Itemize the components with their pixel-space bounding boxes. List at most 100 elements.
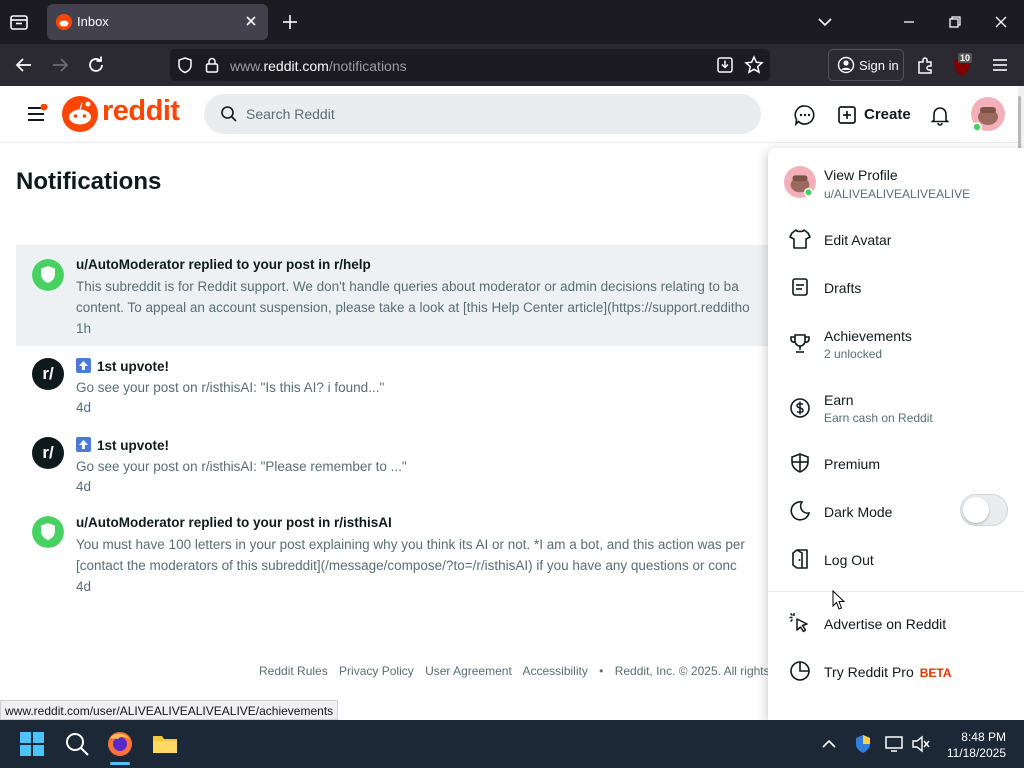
new-tab-icon[interactable]: [280, 12, 300, 32]
notification-item[interactable]: r/ 1st upvote! Go see your post on r/ist…: [16, 425, 776, 504]
user-dropdown-menu: View Profile u/ALIVEALIVEALIVEALIVE Edit…: [768, 148, 1024, 720]
hamburger-menu-icon[interactable]: [989, 54, 1011, 76]
notification-title: u/AutoModerator replied to your post in …: [76, 515, 392, 530]
notification-time: 4d: [76, 400, 92, 415]
search-input[interactable]: Search Reddit: [204, 94, 761, 134]
clock-time: 8:48 PM: [961, 730, 1006, 744]
taskbar-search-icon[interactable]: [63, 730, 91, 758]
page-title: Notifications: [16, 168, 162, 195]
notification-body: This subreddit is for Reddit support. We…: [76, 279, 739, 294]
browser-tab-inbox[interactable]: Inbox: [47, 4, 268, 40]
notification-item[interactable]: u/AutoModerator replied to your post in …: [16, 245, 776, 346]
bookmark-star-icon[interactable]: [744, 55, 764, 75]
chevron-up-icon[interactable]: [820, 736, 838, 752]
lock-icon[interactable]: [204, 56, 220, 74]
edit-avatar-label: Edit Avatar: [824, 232, 892, 248]
reddit-wordmark[interactable]: reddit: [102, 95, 180, 128]
close-window-icon[interactable]: [991, 12, 1011, 32]
mouse-cursor-icon: [832, 590, 846, 610]
tracking-shield-icon[interactable]: [176, 56, 194, 74]
nav-menu-icon[interactable]: [26, 104, 48, 124]
earn-subtitle: Earn cash on Reddit: [824, 411, 933, 425]
notification-title: 1st upvote!: [76, 437, 169, 453]
automod-shield-icon: [32, 259, 64, 291]
url-text: www.reddit.com/notifications: [230, 58, 407, 74]
reddit-header: reddit Search Reddit Create: [0, 86, 1018, 143]
ad-click-icon: [789, 612, 808, 633]
notification-title: 1st upvote!: [76, 358, 169, 374]
menu-reddit-pro[interactable]: Try Reddit Pro BETA: [768, 652, 1024, 692]
trophy-icon: [790, 334, 810, 353]
clock-date: 11/18/2025: [946, 746, 1006, 760]
toggle-knob: [963, 497, 989, 523]
search-placeholder: Search Reddit: [246, 106, 335, 122]
reload-icon[interactable]: [85, 54, 107, 76]
upvote-arrow-icon: [76, 358, 91, 373]
sign-in-label: Sign in: [859, 58, 899, 73]
shirt-icon: [789, 229, 811, 249]
profile-avatar: [784, 166, 816, 198]
premium-label: Premium: [824, 456, 881, 472]
file-explorer-icon[interactable]: [151, 730, 179, 758]
notification-item[interactable]: r/ 1st upvote! Go see your post on r/ist…: [16, 346, 776, 425]
notification-body: [contact the moderators of this subreddi…: [76, 558, 737, 573]
create-label: Create: [864, 106, 911, 123]
extensions-puzzle-icon[interactable]: [914, 54, 936, 76]
user-avatar-button[interactable]: [971, 97, 1005, 132]
automod-shield-icon: [32, 516, 64, 548]
view-profile-label: View Profile: [824, 167, 898, 183]
notification-bell-icon[interactable]: [929, 104, 951, 126]
list-all-tabs-icon[interactable]: [815, 12, 835, 32]
notification-body: content. To appeal an account suspension…: [76, 300, 750, 315]
tab-list-icon[interactable]: [8, 11, 30, 33]
menu-drafts[interactable]: Drafts: [768, 268, 1024, 308]
volume-muted-icon[interactable]: [911, 734, 931, 754]
account-icon: [837, 56, 855, 74]
menu-view-profile[interactable]: View Profile u/ALIVEALIVEALIVEALIVE: [768, 160, 1024, 208]
menu-advertise[interactable]: Advertise on Reddit: [768, 604, 1024, 644]
tab-title: Inbox: [77, 14, 109, 29]
footer-link-rules[interactable]: Reddit Rules: [259, 664, 328, 678]
menu-divider: [768, 591, 1024, 592]
restore-icon[interactable]: [945, 12, 965, 32]
download-page-icon[interactable]: [716, 56, 734, 74]
ublock-extension-button[interactable]: 10: [950, 53, 976, 77]
plus-square-icon: [838, 106, 856, 124]
taskbar-clock[interactable]: 8:48 PM 11/18/2025: [940, 729, 1006, 761]
menu-log-out[interactable]: Log Out: [768, 540, 1024, 580]
dark-mode-toggle[interactable]: [960, 494, 1008, 526]
network-monitor-icon[interactable]: [884, 734, 904, 754]
address-bar[interactable]: www.reddit.com/notifications: [170, 49, 770, 81]
notification-item[interactable]: u/AutoModerator replied to your post in …: [16, 504, 776, 604]
log-out-icon: [792, 549, 808, 569]
firefox-icon[interactable]: [106, 730, 134, 758]
log-out-label: Log Out: [824, 552, 874, 568]
back-icon[interactable]: [13, 54, 35, 76]
forward-icon[interactable]: [49, 54, 71, 76]
browser-tab-strip: Inbox: [0, 0, 1024, 44]
sign-in-button[interactable]: Sign in: [828, 49, 904, 81]
reddit-pro-label: Try Reddit Pro BETA: [824, 664, 952, 680]
menu-earn[interactable]: Earn Earn cash on Reddit: [768, 384, 1024, 432]
footer-link-agreement[interactable]: User Agreement: [425, 664, 512, 678]
chat-icon[interactable]: [794, 104, 816, 126]
subreddit-avatar: r/: [32, 358, 64, 390]
notification-body: Go see your post on r/isthisAI: "Please …: [76, 459, 407, 474]
menu-achievements[interactable]: Achievements 2 unlocked: [768, 320, 1024, 368]
close-tab-icon[interactable]: [242, 12, 260, 30]
security-shield-icon[interactable]: [853, 734, 873, 754]
footer-link-accessibility[interactable]: Accessibility: [522, 664, 587, 678]
notification-time: 1h: [76, 321, 92, 336]
pie-chart-icon: [790, 661, 810, 681]
windows-start-icon[interactable]: [18, 730, 46, 758]
minimize-icon[interactable]: [899, 12, 919, 32]
reddit-snoo-logo-icon[interactable]: [62, 96, 98, 132]
footer-link-privacy[interactable]: Privacy Policy: [339, 664, 414, 678]
windows-taskbar: 8:48 PM 11/18/2025: [0, 720, 1024, 768]
menu-edit-avatar[interactable]: Edit Avatar: [768, 220, 1024, 260]
notification-time: 4d: [76, 479, 92, 494]
notification-body: Go see your post on r/isthisAI: "Is this…: [76, 380, 385, 395]
drafts-label: Drafts: [824, 280, 862, 296]
reddit-favicon-icon: [56, 14, 72, 30]
menu-premium[interactable]: Premium: [768, 444, 1024, 484]
